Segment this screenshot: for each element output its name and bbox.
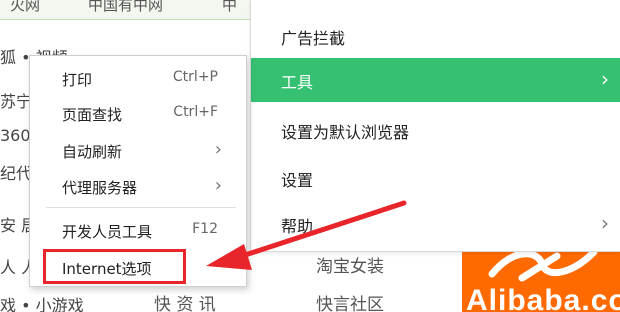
submenu-item-print[interactable]: 打印 Ctrl+P (30, 63, 246, 95)
chevron-right-icon: › (214, 139, 222, 160)
submenu-item-label: 页面查找 (62, 106, 123, 124)
submenu-item-find-in-page[interactable]: 页面查找 Ctrl+F (30, 98, 246, 130)
background-text-line: 纪代 (0, 164, 33, 183)
menu-item-label: 设置 (281, 171, 314, 190)
shortcut-label: F12 (192, 221, 218, 237)
menu-item-tools[interactable]: 工具 › (251, 58, 620, 102)
background-link[interactable]: 淘宝女装 (316, 252, 384, 277)
submenu-item-label: 打印 (62, 71, 93, 89)
shortcut-label: Ctrl+F (173, 104, 218, 120)
chevron-right-icon: › (214, 175, 222, 196)
submenu-item-developer-tools[interactable]: 开发人员工具 F12 (30, 215, 246, 247)
background-nav-item[interactable]: 中国有中网 (88, 0, 163, 15)
menu-item-settings[interactable]: 设置 (251, 156, 620, 200)
chevron-right-icon: › (601, 211, 609, 235)
browser-main-menu: 广告拦截 工具 › 设置为默认浏览器 设置 帮助 › (250, 0, 620, 252)
highlight-box (43, 249, 186, 284)
menu-item-adblock[interactable]: 广告拦截 (251, 14, 620, 58)
submenu-item-auto-refresh[interactable]: 自动刷新 › (30, 135, 246, 167)
shortcut-label: Ctrl+P (172, 69, 218, 85)
menu-item-help[interactable]: 帮助 › (251, 202, 620, 246)
menu-item-label: 广告拦截 (281, 29, 346, 48)
submenu-item-label: 开发人员工具 (62, 223, 153, 241)
menu-item-label: 工具 (281, 73, 314, 92)
submenu-item-proxy-server[interactable]: 代理服务器 › (30, 171, 246, 203)
menu-item-label: 帮助 (281, 217, 314, 236)
background-text-line: 360 (0, 126, 31, 145)
alibaba-ad-text: Alibaba.co (466, 284, 620, 312)
submenu-item-label: 自动刷新 (62, 143, 123, 161)
background-nav-bar: 火网 中国有中网 中 (0, 0, 250, 20)
background-link[interactable]: 快言社区 (316, 290, 384, 312)
menu-item-label: 设置为默认浏览器 (281, 123, 410, 142)
background-text-line: 戏 • 小游戏 (0, 296, 84, 312)
menu-item-set-default-browser[interactable]: 设置为默认浏览器 (251, 108, 620, 152)
background-nav-item[interactable]: 中 (222, 0, 237, 15)
background-text-line: 苏宁 (0, 92, 33, 111)
background-nav-item[interactable]: 火网 (10, 0, 40, 15)
background-link[interactable]: 快 资 讯 (154, 290, 216, 312)
chevron-right-icon: › (601, 67, 609, 91)
menu-separator (46, 207, 236, 208)
submenu-item-label: 代理服务器 (62, 179, 138, 197)
